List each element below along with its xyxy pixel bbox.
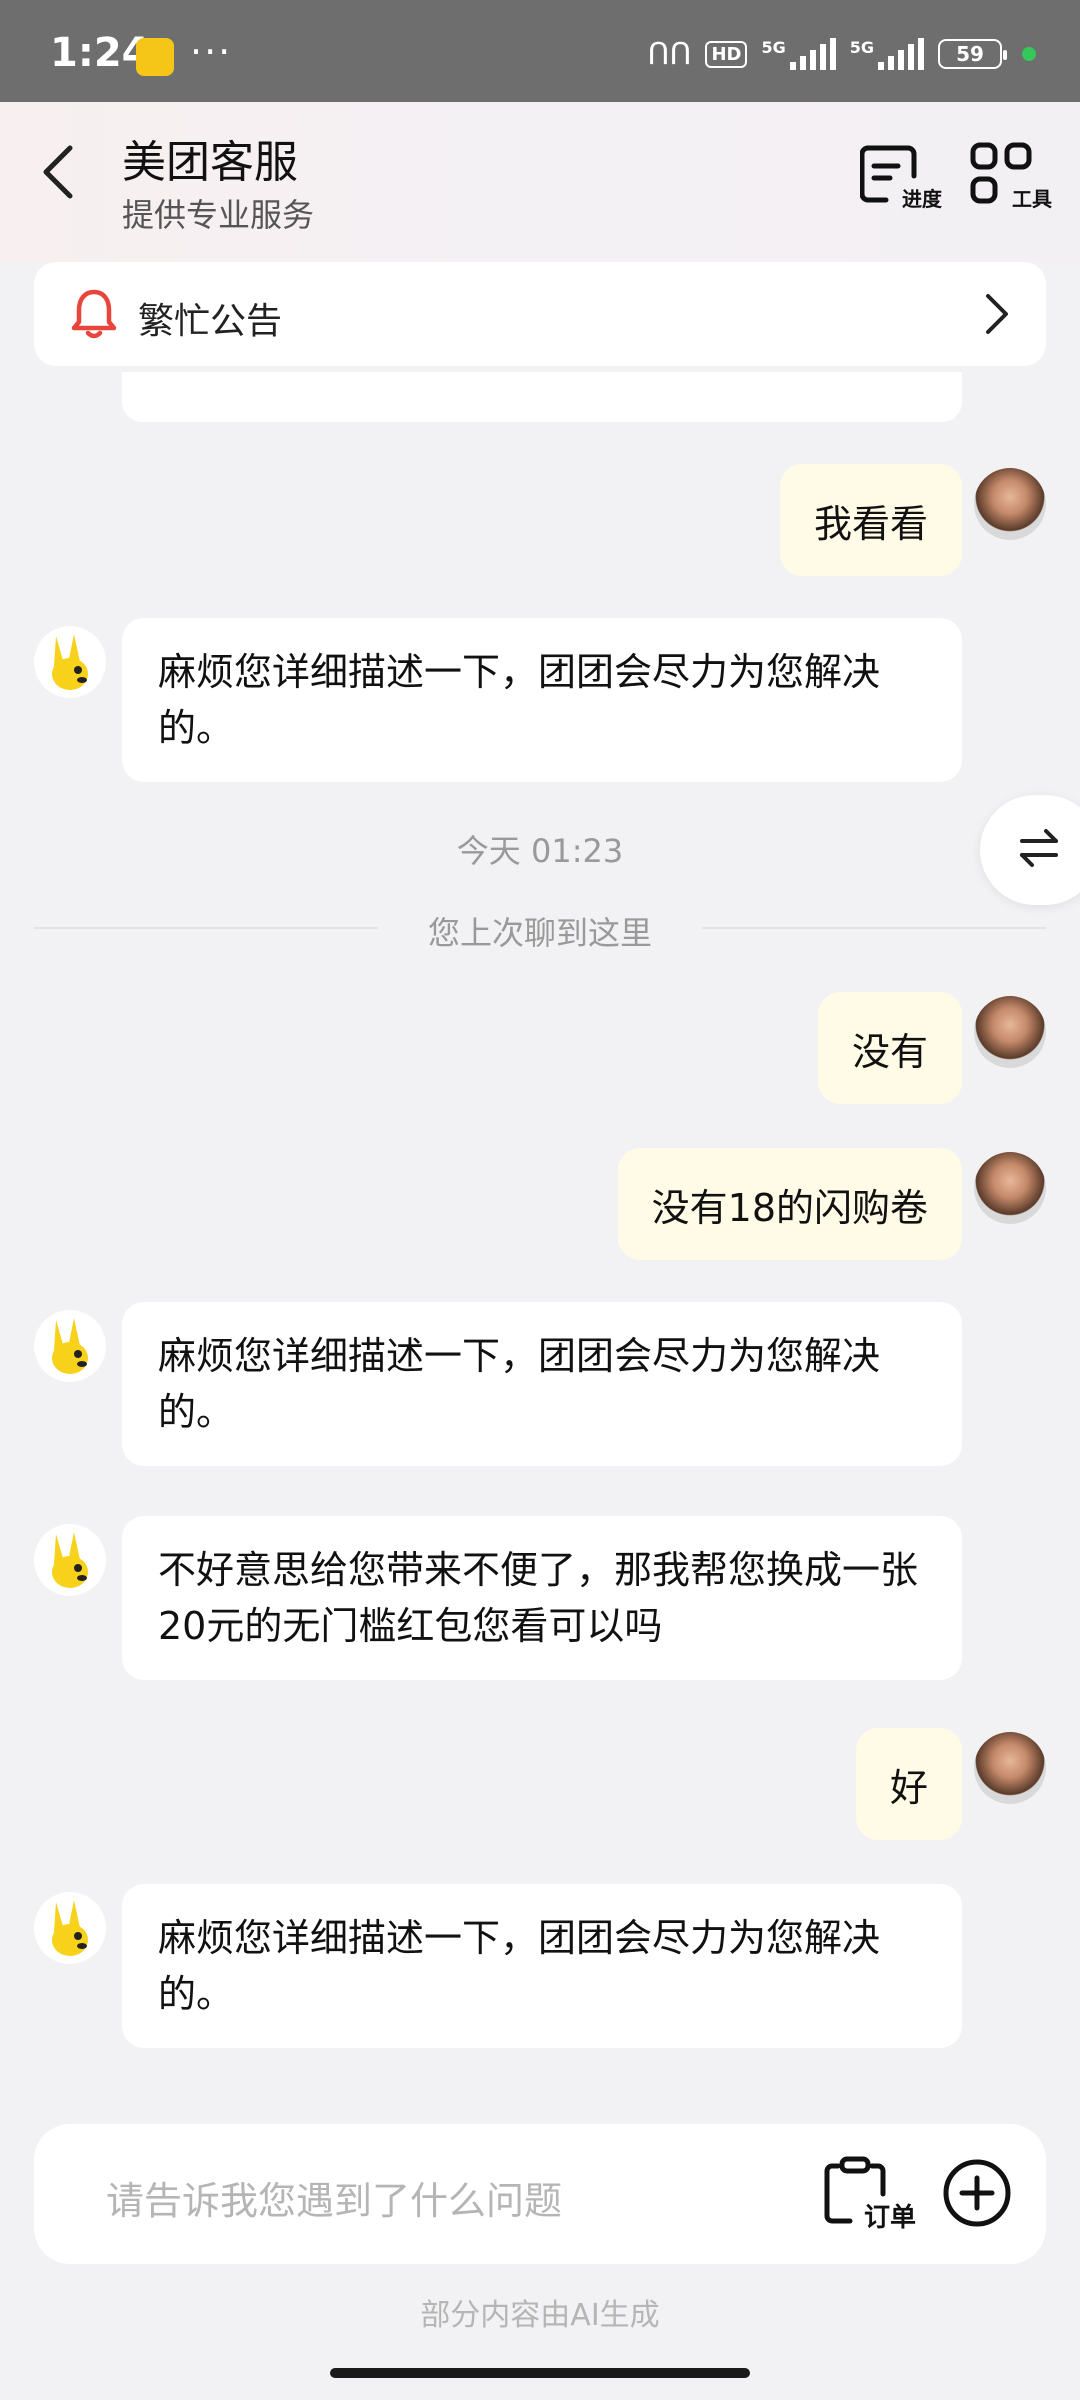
bot-message-bubble[interactable]: 麻烦您详细描述一下，团团会尽力为您解决的。: [122, 1302, 962, 1466]
status-bar: 1:24 ··· ᑎᑎ HD 5G 5G 59: [0, 0, 1080, 102]
chevron-right-icon: [986, 294, 1008, 334]
message-text: 我看看: [813, 501, 928, 546]
message-timestamp: 今天 01:23: [456, 832, 624, 870]
previous-message-bubble-edge: [122, 372, 962, 422]
message-text: 没有: [851, 1029, 928, 1074]
page-title: 美团客服: [122, 137, 298, 188]
signal-2-icon: 5G: [850, 38, 924, 70]
bot-avatar[interactable]: [34, 626, 106, 698]
progress-label: 进度: [902, 187, 942, 211]
busy-notice-banner[interactable]: 繁忙公告: [34, 262, 1046, 366]
tools-button[interactable]: 工具: [970, 142, 1052, 212]
last-read-marker: 您上次聊到这里: [427, 914, 652, 952]
order-button[interactable]: 订单: [824, 2156, 916, 2236]
user-message-bubble[interactable]: 好: [855, 1728, 962, 1840]
tools-label: 工具: [1012, 187, 1052, 211]
earbuds-icon: ᑎᑎ: [647, 36, 692, 72]
status-icons: ᑎᑎ HD 5G 5G 59: [648, 34, 1036, 74]
message-text: 麻烦您详细描述一下，团团会尽力为您解决的。: [158, 1916, 881, 2016]
network-2-label: 5G: [849, 38, 874, 57]
user-message-bubble[interactable]: 没有: [817, 992, 962, 1104]
divider-line-right: [702, 927, 1046, 929]
notice-text: 繁忙公告: [138, 301, 283, 342]
page-subtitle: 提供专业服务: [122, 196, 315, 234]
message-text: 不好意思给您带来不便了，那我帮您换成一张20元的无门槛红包您看可以吗: [158, 1548, 919, 1648]
mascot-icon: [52, 1318, 88, 1374]
bot-avatar[interactable]: [34, 1892, 106, 1964]
order-label: 订单: [863, 2203, 916, 2233]
user-avatar[interactable]: [974, 996, 1046, 1068]
bot-message-bubble[interactable]: 麻烦您详细描述一下，团团会尽力为您解决的。: [122, 618, 962, 782]
message-text: 没有18的闪购卷: [651, 1185, 928, 1230]
message-input[interactable]: 请告诉我您遇到了什么问题: [106, 2170, 562, 2225]
bot-avatar[interactable]: [34, 1524, 106, 1596]
hd-badge: HD: [705, 40, 748, 68]
message-text: 好: [889, 1765, 928, 1810]
user-message-bubble[interactable]: 我看看: [779, 464, 962, 576]
user-avatar[interactable]: [974, 1152, 1046, 1224]
network-1-label: 5G: [761, 38, 786, 57]
bot-message-bubble[interactable]: 不好意思给您带来不便了，那我帮您换成一张20元的无门槛红包您看可以吗: [122, 1516, 962, 1680]
user-avatar[interactable]: [974, 1732, 1046, 1804]
bot-message-bubble[interactable]: 麻烦您详细描述一下，团团会尽力为您解决的。: [122, 1884, 962, 2048]
message-text: 麻烦您详细描述一下，团团会尽力为您解决的。: [158, 1334, 881, 1434]
swap-arrows-icon: [1020, 829, 1058, 867]
bot-avatar[interactable]: [34, 1310, 106, 1382]
battery-icon: 59: [938, 39, 1007, 69]
bell-icon: [71, 289, 117, 339]
ai-generated-note: 部分内容由AI生成: [420, 2298, 660, 2333]
switch-agent-button[interactable]: [980, 795, 1080, 905]
chat-header: 美团客服 提供专业服务 进度 工具: [0, 102, 1080, 262]
plus-circle-icon[interactable]: [942, 2158, 1012, 2228]
user-message-bubble[interactable]: 没有18的闪购卷: [617, 1148, 962, 1260]
message-text: 麻烦您详细描述一下，团团会尽力为您解决的。: [158, 650, 881, 750]
battery-level: 59: [956, 42, 984, 66]
mascot-icon: [52, 1900, 88, 1956]
mascot-icon: [52, 634, 88, 690]
privacy-indicator-icon: [1022, 47, 1036, 61]
status-time: 1:24: [50, 30, 150, 76]
notification-app-icon: [136, 38, 174, 76]
signal-1-icon: 5G: [761, 38, 836, 70]
back-arrow-icon[interactable]: [34, 142, 84, 202]
user-avatar[interactable]: [974, 468, 1046, 540]
mascot-icon: [52, 1532, 88, 1588]
more-notifications-icon: ···: [190, 30, 233, 74]
home-indicator[interactable]: [330, 2368, 750, 2378]
progress-button[interactable]: 进度: [859, 142, 942, 212]
message-input-bar: 请告诉我您遇到了什么问题 订单: [34, 2124, 1046, 2264]
